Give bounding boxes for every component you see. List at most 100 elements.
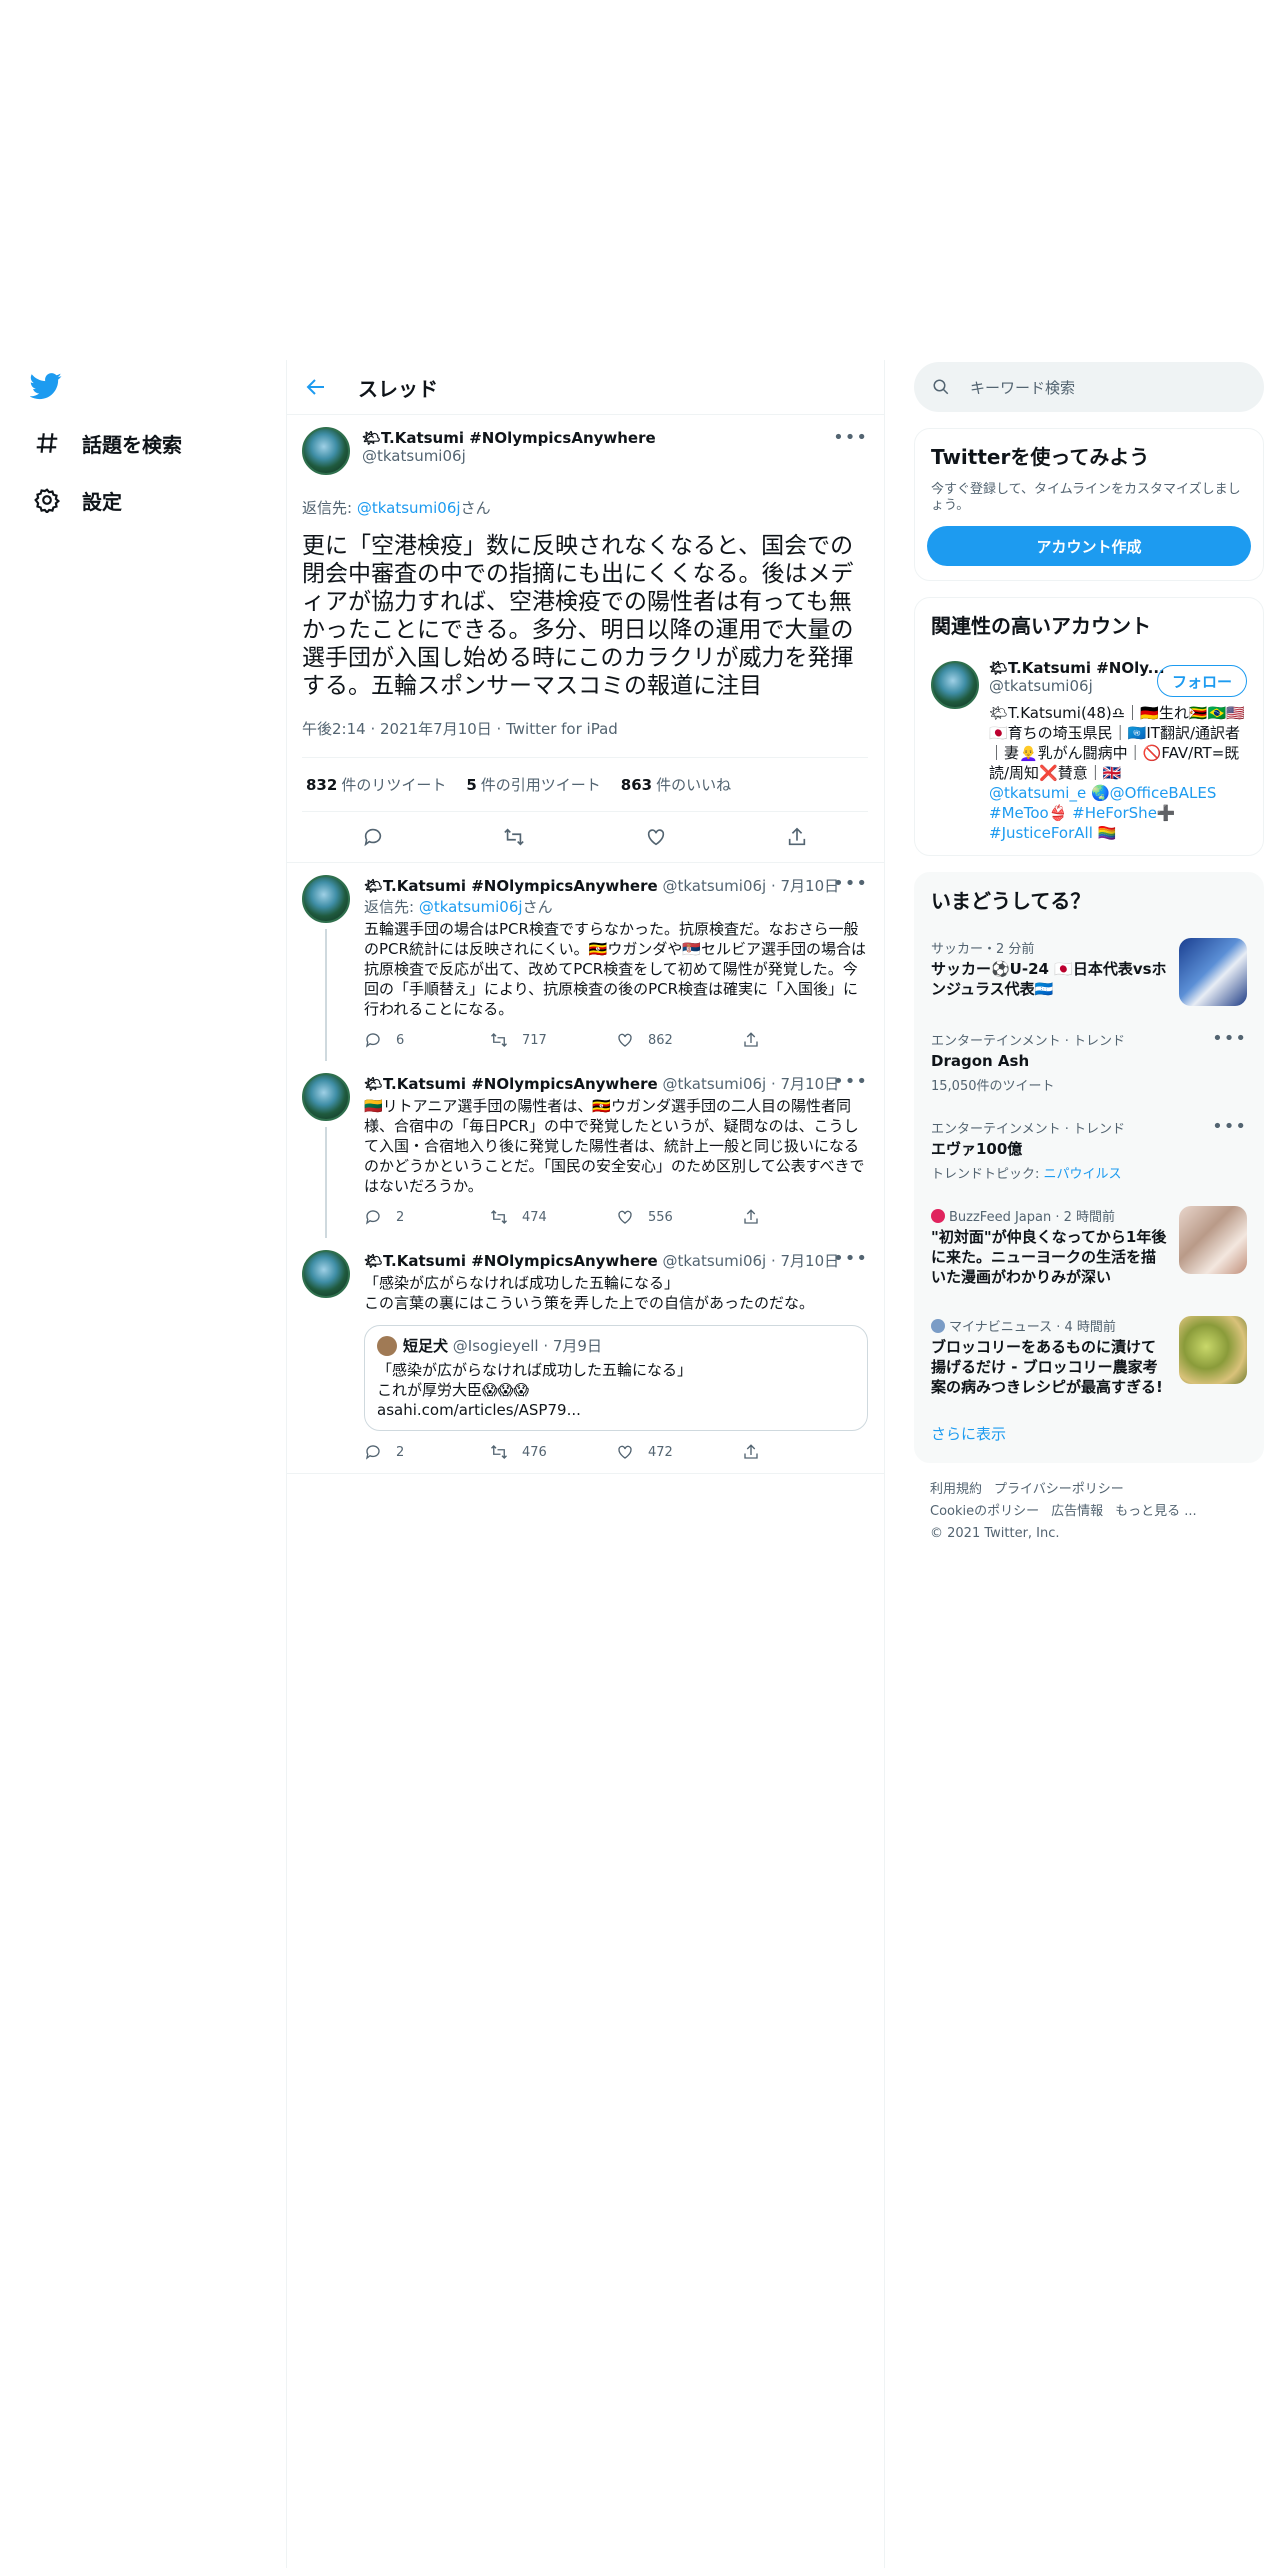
trend-item[interactable]: サッカー・2 分前 サッカー⚽U-24 🇯🇵日本代表vsホンジュラス代表🇭🇳: [915, 926, 1263, 1018]
trend-item[interactable]: エンターテインメント · トレンド エヴァ100億 トレンドトピック: ニパウイ…: [915, 1106, 1263, 1194]
follow-button[interactable]: フォロー: [1157, 665, 1247, 697]
reply-handle-link[interactable]: @tkatsumi06j: [419, 898, 523, 916]
like-count-link[interactable]: 863 件のいいね: [621, 774, 731, 795]
hashtag-icon: [36, 433, 58, 453]
quote-count-link[interactable]: 5 件の引用ツイート: [466, 774, 600, 795]
avatar[interactable]: [302, 875, 350, 923]
twitter-logo-icon[interactable]: [30, 370, 62, 402]
tweet-actions: 2 476 472: [364, 1443, 868, 1461]
nav-settings[interactable]: 設定: [34, 480, 122, 520]
more-icon[interactable]: •••: [833, 1071, 868, 1092]
reply-count: 6: [396, 1032, 405, 1048]
share-button[interactable]: [742, 1208, 868, 1226]
reply-icon: [365, 1033, 380, 1048]
show-more-link[interactable]: さらに表示: [915, 1409, 1263, 1462]
author-meta[interactable]: @tkatsumi06j · 7月10日: [662, 1075, 839, 1093]
trend-item[interactable]: マイナビニュース · 4 時間前 ブロッコリーをあるものに漬けて揚げるだけ - …: [915, 1304, 1263, 1409]
retweet-count-link[interactable]: 832 件のリツイート: [306, 774, 446, 795]
nav-explore[interactable]: 話題を検索: [34, 423, 182, 463]
search-box[interactable]: キーワード検索: [914, 362, 1264, 412]
reply-prefix: 返信先:: [302, 499, 357, 517]
share-icon[interactable]: [786, 826, 808, 848]
reply-suffix: さん: [522, 898, 553, 916]
footer-more-link[interactable]: もっと見る ...: [1115, 1504, 1197, 1519]
author-meta[interactable]: @tkatsumi06j · 7月10日: [662, 877, 839, 895]
retweet-icon[interactable]: [503, 826, 525, 848]
quote-avatar: [377, 1336, 397, 1356]
nav-explore-label: 話題を検索: [82, 432, 182, 457]
author-name[interactable]: 🌤T.Katsumi #NOlympicsAnywhere: [362, 429, 656, 447]
back-arrow-icon[interactable]: [304, 375, 328, 399]
create-account-button[interactable]: アカウント作成: [927, 526, 1251, 566]
reply-tweet[interactable]: 🌤T.Katsumi #NOlympicsAnywhere @tkatsumi0…: [286, 1238, 884, 1474]
like-icon: [618, 1445, 632, 1459]
footer: 利用規約 プライバシーポリシー Cookieのポリシー 広告情報 もっと見る ... …: [914, 1463, 1264, 1561]
like-icon[interactable]: [645, 826, 667, 848]
search-placeholder: キーワード検索: [970, 378, 1076, 397]
tweet-timestamp[interactable]: 午後2:14 · 2021年7月10日 · Twitter for iPad: [302, 718, 868, 758]
relevant-account[interactable]: 🌤T.Katsumi #NOly... @tkatsumi06j フォロー 🌤T…: [915, 651, 1263, 855]
reply-icon[interactable]: [362, 826, 384, 848]
footer-cookie-link[interactable]: Cookieのポリシー: [930, 1504, 1039, 1519]
more-icon[interactable]: •••: [833, 873, 868, 894]
tweet-text: 🇱🇹リトアニア選手団の陽性者は、🇺🇬ウガンダ選手団の二人目の陽性者同様、合宿中の…: [364, 1097, 865, 1195]
like-button[interactable]: 862: [616, 1031, 742, 1049]
footer-copyright: © 2021 Twitter, Inc.: [930, 1526, 1060, 1541]
retweet-icon: [491, 1210, 507, 1224]
author-handle[interactable]: @tkatsumi06j: [362, 447, 656, 465]
trend-source: マイナビニュース · 4 時間前: [949, 1320, 1116, 1335]
avatar[interactable]: [931, 661, 979, 709]
more-icon[interactable]: •••: [833, 1248, 868, 1269]
retweet-label: 件のリツイート: [341, 776, 447, 794]
share-button[interactable]: [742, 1443, 868, 1461]
quote-label: 件の引用ツイート: [480, 776, 601, 794]
reply-button[interactable]: 6: [364, 1031, 490, 1049]
reply-tweet[interactable]: 🌤T.Katsumi #NOlympicsAnywhere @tkatsumi0…: [286, 1061, 884, 1238]
trend-item[interactable]: BuzzFeed Japan · 2 時間前 "初対面"が仲良くなってから1年後…: [915, 1194, 1263, 1304]
reply-button[interactable]: 2: [364, 1208, 490, 1226]
footer-ads-link[interactable]: 広告情報: [1051, 1504, 1103, 1519]
tweet-stats: 832 件のリツイート 5 件の引用ツイート 863 件のいいね: [302, 758, 868, 812]
like-count: 863: [620, 776, 653, 794]
footer-terms-link[interactable]: 利用規約: [930, 1482, 982, 1497]
avatar[interactable]: [302, 427, 350, 475]
avatar[interactable]: [302, 1250, 350, 1298]
trend-title: Dragon Ash: [931, 1052, 1030, 1070]
trends-card: いまどうしてる？ サッカー・2 分前 サッカー⚽U-24 🇯🇵日本代表vsホンジ…: [914, 872, 1264, 1463]
retweet-count: 832: [306, 776, 338, 794]
quote-count: 5: [466, 776, 477, 794]
relevant-bio-links[interactable]: @tkatsumi_e 🌏@OfficeBALES #MeToo👙 #HeFor…: [989, 783, 1247, 843]
author-name[interactable]: 🌤T.Katsumi #NOlympicsAnywhere: [364, 877, 658, 895]
quoted-tweet[interactable]: 短足犬 @Isogieyell · 7月9日 「感染が広がらなければ成功した五輪…: [364, 1325, 868, 1431]
reply-button[interactable]: 2: [364, 1443, 490, 1461]
retweet-button[interactable]: 474: [490, 1208, 616, 1226]
thread-column: スレッド 🌤T.Katsumi #NOlympicsAnywhere @tkat…: [286, 360, 884, 1474]
reply-handle-link[interactable]: @tkatsumi06j: [357, 499, 461, 517]
author-name[interactable]: 🌤T.Katsumi #NOlympicsAnywhere: [364, 1075, 658, 1093]
like-button[interactable]: 472: [616, 1443, 742, 1461]
author-name[interactable]: 🌤T.Katsumi #NOlympicsAnywhere: [364, 1252, 658, 1270]
mynavi-logo-icon: [931, 1319, 945, 1333]
more-icon[interactable]: •••: [1212, 1028, 1247, 1049]
retweet-button[interactable]: 476: [490, 1443, 616, 1461]
retweet-icon: [491, 1033, 507, 1047]
like-label: 件のいいね: [656, 776, 732, 794]
trend-title: "初対面"が仲良くなってから1年後に来た。ニューヨークの生活を描いた漫画がわかり…: [931, 1228, 1167, 1286]
retweet-button[interactable]: 717: [490, 1031, 616, 1049]
gear-icon: [34, 488, 60, 513]
like-button[interactable]: 556: [616, 1208, 742, 1226]
author-meta[interactable]: @tkatsumi06j · 7月10日: [662, 1252, 839, 1270]
nav-settings-label: 設定: [82, 489, 122, 514]
trend-topic-link[interactable]: ニパウイルス: [1044, 1167, 1122, 1182]
footer-privacy-link[interactable]: プライバシーポリシー: [994, 1482, 1124, 1497]
avatar[interactable]: [302, 1073, 350, 1121]
more-icon[interactable]: •••: [1212, 1116, 1247, 1137]
trend-topic-prefix: トレンドトピック:: [931, 1167, 1044, 1182]
trend-category: サッカー・2 分前: [931, 942, 1035, 957]
share-button[interactable]: [742, 1031, 868, 1049]
reply-tweet[interactable]: 🌤T.Katsumi #NOlympicsAnywhere @tkatsumi0…: [286, 863, 884, 1061]
retweet-count: 717: [522, 1032, 547, 1048]
thread-connector: [325, 1127, 327, 1238]
more-icon[interactable]: •••: [833, 427, 868, 448]
trend-item[interactable]: エンターテインメント · トレンド Dragon Ash 15,050件のツイー…: [915, 1018, 1263, 1106]
